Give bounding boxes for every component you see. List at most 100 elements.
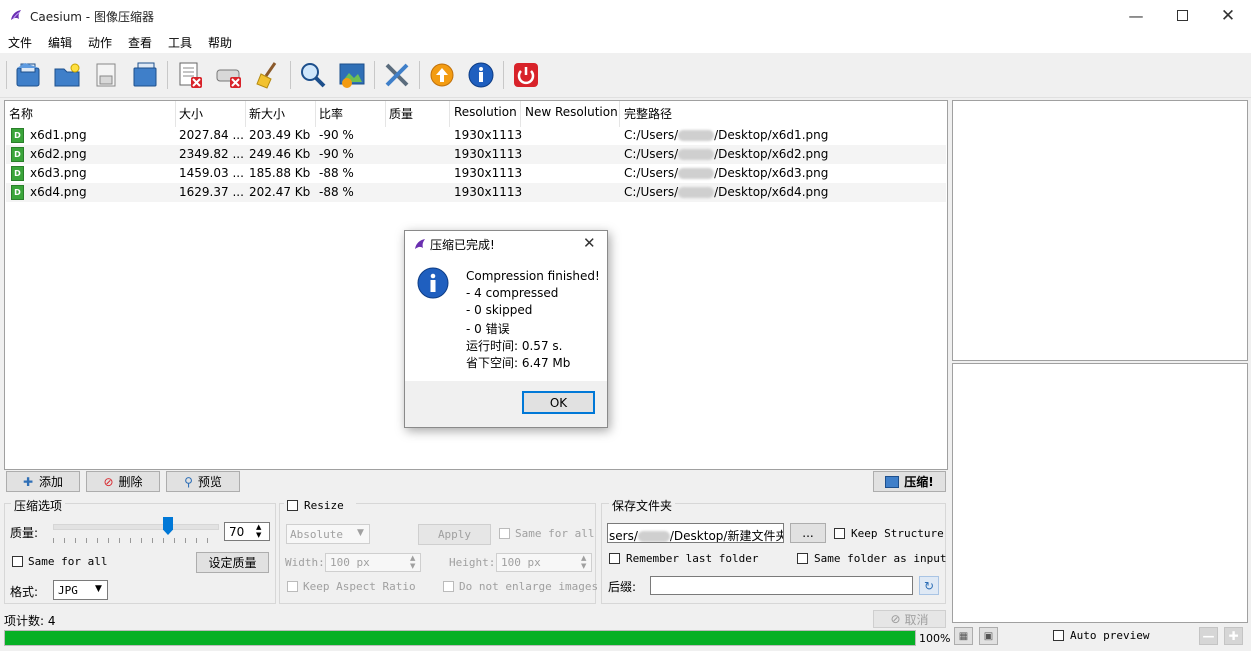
remember-last-folder-checkbox[interactable] [609, 553, 620, 564]
no-entry-icon: ⊘ [103, 474, 114, 489]
keep-structure-checkbox[interactable] [834, 528, 845, 539]
same-for-all-checkbox[interactable] [12, 556, 23, 567]
fit-to-window-button[interactable]: ▦ [954, 627, 973, 645]
remove-item-icon [179, 62, 202, 88]
spin-arrows-icon: ▲ ▼ [581, 554, 587, 570]
expand-icon: ▣ [983, 630, 994, 642]
toolbar-separator [167, 61, 168, 89]
path-suffix: /Desktop/x6d3.png [714, 166, 829, 180]
search-button[interactable] [296, 57, 330, 93]
menu-edit[interactable]: 编辑 [48, 34, 72, 51]
reset-suffix-button[interactable]: ↻ [919, 576, 939, 595]
set-quality-button[interactable]: 设定质量 [196, 552, 269, 573]
add-pictures-button[interactable] [11, 57, 45, 93]
dialog-message-line: - 4 compressed [466, 286, 559, 300]
cancel-button[interactable]: ⊘ 取消 [873, 610, 946, 628]
quality-slider-ticks [53, 538, 217, 543]
toolbar-separator [503, 61, 504, 89]
save-button[interactable] [89, 57, 123, 93]
table-row[interactable]: D x6d1.png 2027.84 ... 203.49 Kb -90 % 1… [6, 126, 946, 145]
preview-original-pane[interactable] [952, 100, 1248, 361]
same-folder-as-input-checkbox[interactable] [797, 553, 808, 564]
column-header-ratio[interactable]: 比率 [319, 105, 343, 122]
height-value: 100 px [501, 556, 541, 569]
resize-mode-select[interactable]: Absolute ▼ [286, 524, 370, 544]
cancel-label: 取消 [904, 612, 929, 627]
compress-button[interactable]: 压缩! [873, 471, 946, 492]
height-spinbox[interactable]: 100 px ▲ ▼ [496, 553, 592, 572]
image-preview-icon [339, 63, 365, 88]
column-header-size[interactable]: 大小 [179, 105, 203, 122]
compress-icon [885, 475, 900, 488]
cell-resolution: 1930x1113 [454, 147, 523, 161]
update-button[interactable] [425, 57, 459, 93]
settings-button[interactable] [380, 57, 414, 93]
menu-help[interactable]: 帮助 [208, 34, 232, 51]
png-file-icon: D [11, 166, 24, 181]
column-header-full-path[interactable]: 完整路径 [624, 105, 672, 122]
actual-size-button[interactable]: ▣ [979, 627, 998, 645]
remove-item-button[interactable] [173, 57, 207, 93]
width-spinbox[interactable]: 100 px ▲ ▼ [325, 553, 421, 572]
table-row[interactable]: D x6d4.png 1629.37 ... 202.47 Kb -88 % 1… [6, 183, 946, 202]
minimize-button[interactable]: — [1113, 0, 1159, 31]
column-divider [245, 101, 246, 127]
preview-label: 预览 [197, 475, 222, 489]
resize-same-for-all-checkbox[interactable] [499, 528, 510, 539]
cell-ratio: -88 % [319, 166, 354, 180]
table-row[interactable]: D x6d2.png 2349.82 ... 249.46 Kb -90 % 1… [6, 145, 946, 164]
keep-aspect-checkbox[interactable] [287, 581, 298, 592]
dialog-close-button[interactable]: ✕ [583, 234, 596, 252]
exit-button[interactable] [509, 57, 543, 93]
preview-image-button[interactable] [335, 57, 369, 93]
resize-checkbox[interactable] [287, 500, 298, 511]
cell-name: x6d1.png [30, 128, 87, 142]
apply-resize-button[interactable]: Apply [418, 524, 491, 545]
remove-button[interactable]: ⊘ 删除 [86, 471, 160, 492]
cell-resolution: 1930x1113 [454, 185, 523, 199]
auto-preview-checkbox[interactable] [1053, 630, 1064, 641]
zoom-in-button[interactable]: ✚ [1224, 627, 1243, 645]
clean-button[interactable] [251, 57, 285, 93]
browse-folder-button[interactable]: ... [790, 523, 826, 543]
same-folder-as-input-label: Same folder as input [814, 552, 947, 565]
minus-icon: — [1202, 629, 1215, 643]
column-header-new-size[interactable]: 新大小 [249, 105, 285, 122]
preview-button[interactable]: ⚲ 预览 [166, 471, 240, 492]
menu-action[interactable]: 动作 [88, 34, 112, 51]
cell-full-path: C:/Users/ /Desktop/x6d2.png [624, 147, 828, 161]
update-star-icon [430, 63, 454, 87]
zoom-out-button[interactable]: — [1199, 627, 1218, 645]
dialog-message-line: - 0 错误 [466, 322, 510, 336]
quality-slider-track[interactable] [53, 524, 219, 530]
output-folder-field[interactable]: sers/ /Desktop/新建文件夹 [607, 523, 784, 543]
preview-compressed-pane[interactable] [952, 363, 1248, 623]
column-header-resolution[interactable]: Resolution [454, 105, 517, 119]
add-pictures-icon [16, 63, 40, 87]
save-as-button[interactable] [128, 57, 162, 93]
refresh-icon: ↻ [923, 578, 935, 593]
column-header-quality[interactable]: 质量 [389, 105, 413, 122]
menu-tools[interactable]: 工具 [168, 34, 192, 51]
ok-button[interactable]: OK [522, 391, 595, 414]
column-header-name[interactable]: 名称 [9, 105, 33, 122]
no-enlarge-checkbox[interactable] [443, 581, 454, 592]
column-divider [175, 101, 176, 127]
clear-list-button[interactable] [212, 57, 246, 93]
close-button[interactable]: ✕ [1205, 0, 1251, 31]
maximize-button[interactable] [1159, 0, 1205, 31]
keep-aspect-label: Keep Aspect Ratio [303, 580, 416, 593]
menu-file[interactable]: 文件 [8, 34, 32, 51]
chevron-down-icon: ▼ [95, 584, 102, 594]
compression-options-title: 压缩选项 [11, 497, 66, 514]
cell-new-size: 202.47 Kb [249, 185, 311, 199]
about-button[interactable] [464, 57, 498, 93]
quality-spinbox[interactable]: 70 ▲ ▼ [224, 522, 270, 541]
column-header-new-resolution[interactable]: New Resolution [525, 105, 618, 119]
suffix-input[interactable] [650, 576, 913, 595]
menu-view[interactable]: 查看 [128, 34, 152, 51]
add-button[interactable]: ✚ 添加 [6, 471, 80, 492]
format-select[interactable]: JPG ▼ [53, 580, 108, 600]
add-folder-button[interactable] [50, 57, 84, 93]
table-row[interactable]: D x6d3.png 1459.03 ... 185.88 Kb -88 % 1… [6, 164, 946, 183]
